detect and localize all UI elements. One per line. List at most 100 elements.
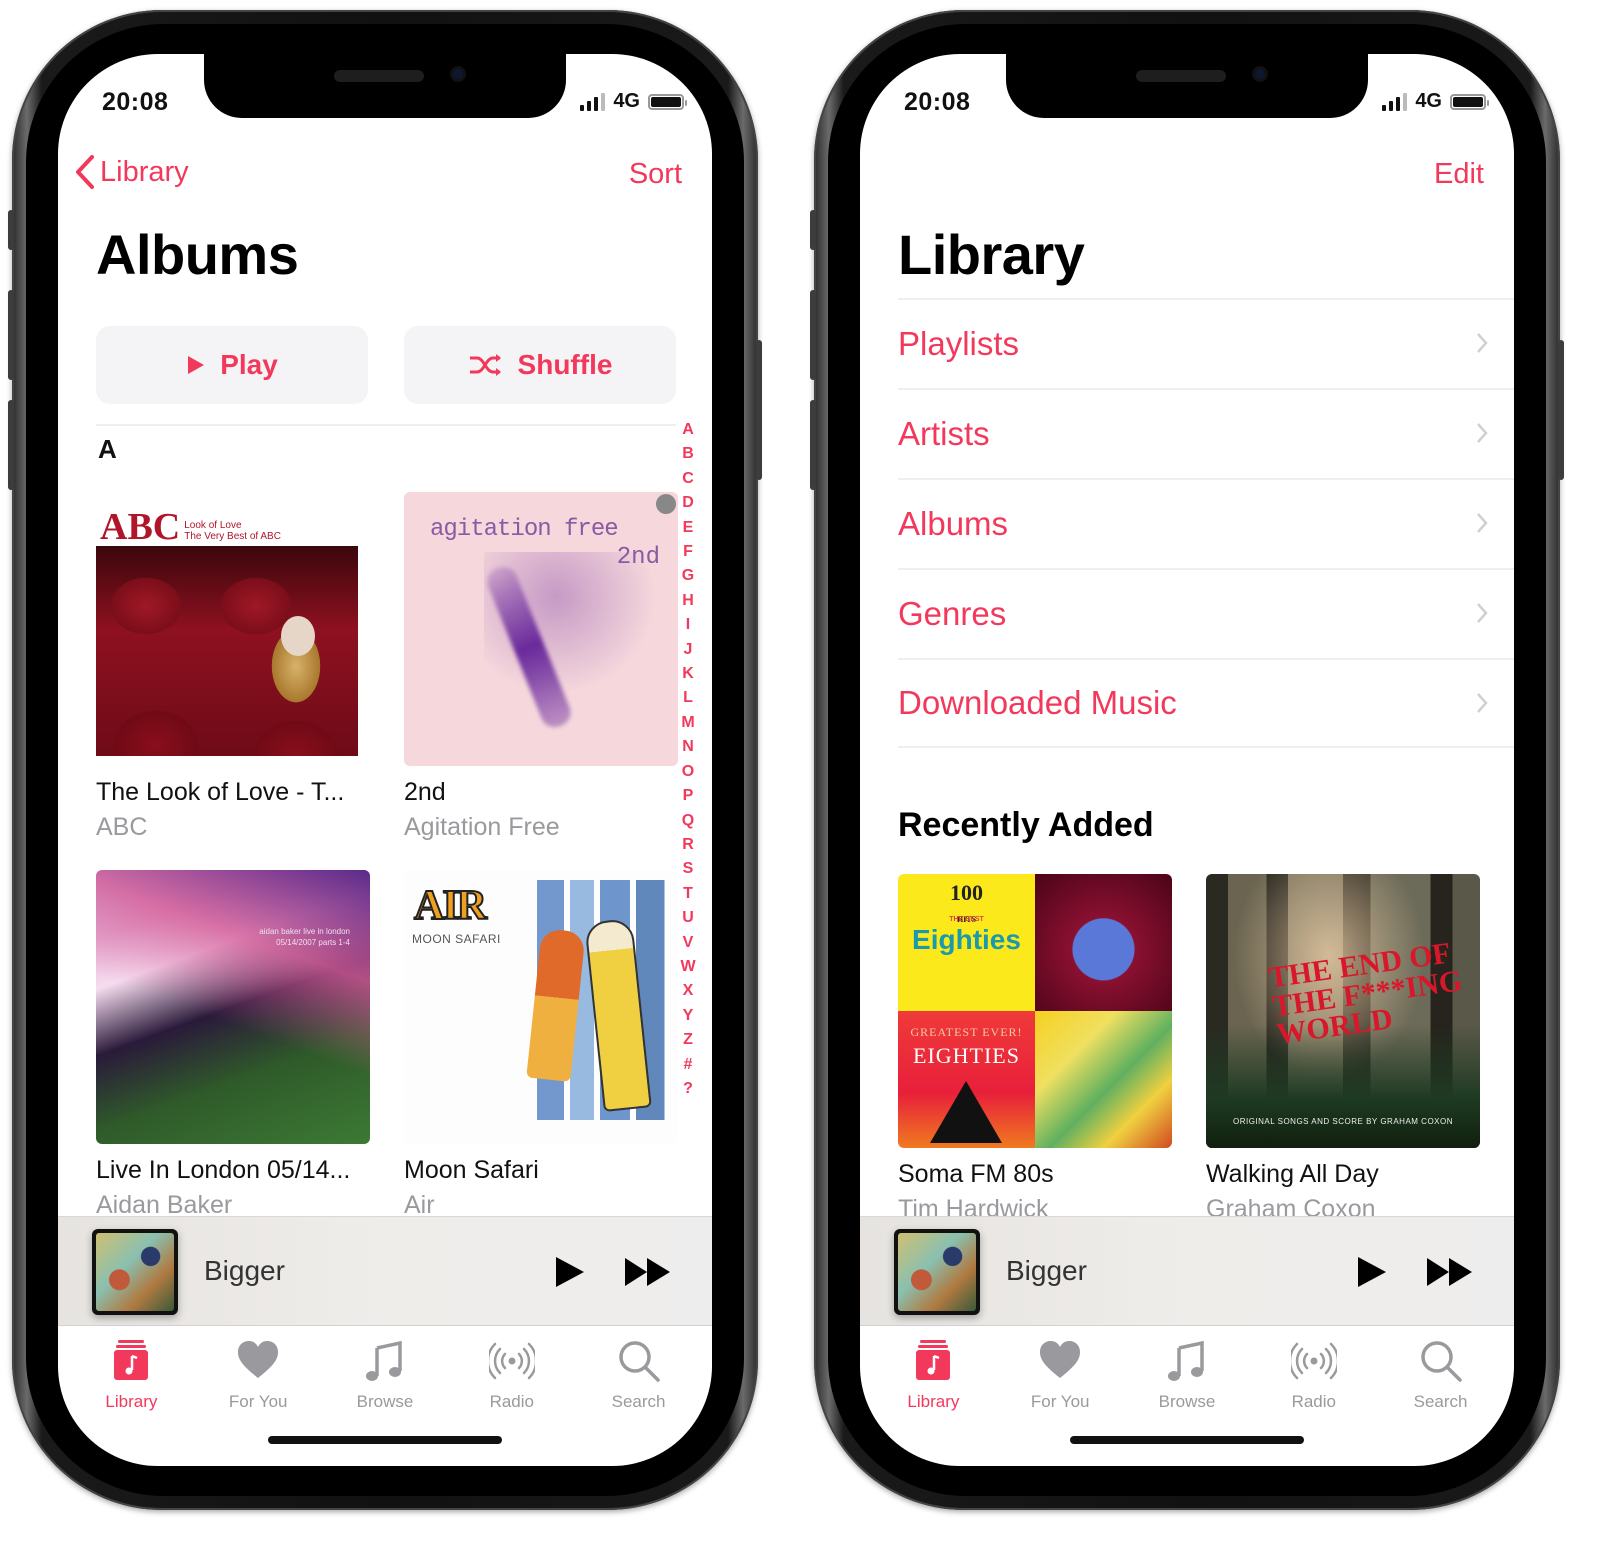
tab-browse[interactable]: Browse: [322, 1328, 449, 1428]
index-letter[interactable]: U: [682, 906, 694, 930]
play-icon[interactable]: [554, 1255, 586, 1289]
index-letter[interactable]: K: [682, 662, 694, 686]
edit-button[interactable]: Edit: [1434, 158, 1484, 191]
album-title: The Look of Love - T...: [96, 778, 345, 806]
sort-button[interactable]: Sort: [629, 158, 682, 191]
tab-radio[interactable]: Radio: [448, 1328, 575, 1428]
chevron-right-icon: [1477, 693, 1488, 713]
album-item[interactable]: agitation free 2nd 2nd Agitation Free: [404, 492, 678, 842]
index-letter[interactable]: Q: [682, 809, 694, 833]
tab-label: Radio: [489, 1392, 534, 1411]
album-item[interactable]: aidan baker live in london 05/14/2007 par…: [96, 870, 370, 1220]
notch: [1006, 54, 1368, 118]
index-letter[interactable]: ?: [683, 1077, 693, 1101]
album-item[interactable]: THE END OF THE F***ING WORLD ORIGINAL SO…: [1206, 874, 1480, 1224]
index-letter[interactable]: D: [682, 491, 694, 515]
tab-library[interactable]: Library: [870, 1328, 997, 1428]
album-item[interactable]: ABC Look of Love The Very Best of ABC The…: [96, 492, 370, 842]
play-icon: [188, 356, 205, 374]
index-letter[interactable]: B: [682, 442, 694, 466]
heart-icon: [1040, 1341, 1081, 1378]
index-letter[interactable]: G: [682, 564, 694, 588]
art-text: Eighties: [912, 924, 1021, 955]
index-letter[interactable]: Y: [683, 1004, 694, 1028]
now-playing-title: Bigger: [1006, 1255, 1087, 1286]
status-indicators: 4G: [1382, 90, 1489, 113]
index-letter[interactable]: F: [683, 540, 693, 564]
index-letter[interactable]: L: [683, 686, 693, 710]
art-text: GREATEST EVER!: [910, 1025, 1023, 1039]
volume-up-button: [810, 290, 816, 380]
index-letter[interactable]: N: [682, 735, 694, 759]
index-letter[interactable]: S: [683, 857, 694, 881]
albums-screen: 20:08 4G Library Sort Albums Play Shuffl…: [58, 54, 712, 1466]
tab-label: For You: [228, 1392, 288, 1411]
tab-browse[interactable]: Browse: [1124, 1328, 1251, 1428]
art-text: Look of Love: [184, 520, 242, 531]
shuffle-button[interactable]: Shuffle: [404, 326, 676, 404]
index-letter[interactable]: C: [682, 467, 694, 491]
shuffle-label: Shuffle: [517, 349, 613, 380]
index-letter[interactable]: M: [681, 711, 694, 735]
menu-item-artists[interactable]: Artists: [898, 388, 1514, 478]
menu-item-playlists[interactable]: Playlists: [898, 298, 1514, 388]
tab-for-you[interactable]: For You: [195, 1328, 322, 1428]
play-icon[interactable]: [1356, 1255, 1388, 1289]
back-button[interactable]: Library: [74, 154, 189, 190]
index-letter[interactable]: V: [683, 931, 694, 955]
phone-left: 20:08 4G Library Sort Albums Play Shuffl…: [8, 10, 762, 1510]
fast-forward-icon[interactable]: [1426, 1255, 1474, 1289]
index-letter[interactable]: H: [682, 589, 694, 613]
art-text: 2nd: [616, 544, 660, 571]
menu-item-albums[interactable]: Albums: [898, 478, 1514, 568]
index-letter[interactable]: I: [686, 613, 690, 637]
fast-forward-icon[interactable]: [624, 1255, 672, 1289]
play-button[interactable]: Play: [96, 326, 368, 404]
album-title: Live In London 05/14...: [96, 1156, 351, 1184]
index-letter[interactable]: O: [682, 760, 694, 784]
page-title: Library: [898, 223, 1085, 286]
index-letter[interactable]: P: [683, 784, 694, 808]
chevron-right-icon: [1477, 423, 1488, 443]
mini-player[interactable]: Bigger: [860, 1216, 1514, 1326]
index-letter[interactable]: E: [683, 516, 694, 540]
index-letter[interactable]: Z: [683, 1028, 693, 1052]
menu-item-downloaded-music[interactable]: Downloaded Music: [898, 658, 1514, 748]
index-letter[interactable]: W: [680, 955, 695, 979]
play-label: Play: [220, 349, 278, 380]
index-letter[interactable]: A: [682, 418, 694, 442]
tab-radio[interactable]: Radio: [1250, 1328, 1377, 1428]
volume-up-button: [8, 290, 14, 380]
album-title: Moon Safari: [404, 1156, 539, 1184]
album-title: Soma FM 80s: [898, 1160, 1054, 1188]
index-letter[interactable]: R: [682, 833, 694, 857]
tab-for-you[interactable]: For You: [997, 1328, 1124, 1428]
tab-library[interactable]: Library: [68, 1328, 195, 1428]
status-time: 20:08: [102, 88, 169, 116]
home-indicator[interactable]: [268, 1436, 502, 1444]
tab-search[interactable]: Search: [1377, 1328, 1504, 1428]
menu-item-genres[interactable]: Genres: [898, 568, 1514, 658]
radio-icon: [488, 1342, 535, 1380]
alphabet-index[interactable]: A B C D E F G H I J K L M N O P Q R S T U V W X Y Z #?: [678, 418, 698, 1101]
radio-icon: [1290, 1342, 1337, 1380]
tab-label: Search: [611, 1392, 666, 1411]
album-item[interactable]: 100 HITS THE BEST Eighties GREATEST EVER!…: [898, 874, 1172, 1224]
album-item[interactable]: AIR MOON SAFARI Moon Safari Air: [404, 870, 678, 1220]
music-note-icon: [1167, 1340, 1204, 1381]
library-menu: Playlists Artists Albums Genres Download…: [898, 298, 1514, 748]
tab-search[interactable]: Search: [575, 1328, 702, 1428]
album-art: aidan baker live in london 05/14/2007 par…: [96, 870, 370, 1144]
art-text: aidan baker live in london: [259, 927, 350, 936]
art-text: AIR: [413, 882, 488, 930]
index-letter[interactable]: X: [683, 979, 694, 1003]
index-letter[interactable]: T: [683, 882, 693, 906]
index-letter[interactable]: J: [684, 638, 693, 662]
album-artist: Agitation Free: [404, 813, 560, 841]
volume-down-button: [8, 400, 14, 490]
album-title: Walking All Day: [1206, 1160, 1379, 1188]
mini-player[interactable]: Bigger: [58, 1216, 712, 1326]
home-indicator[interactable]: [1070, 1436, 1304, 1444]
library-icon: [114, 1340, 149, 1380]
index-letter[interactable]: #: [684, 1053, 693, 1077]
